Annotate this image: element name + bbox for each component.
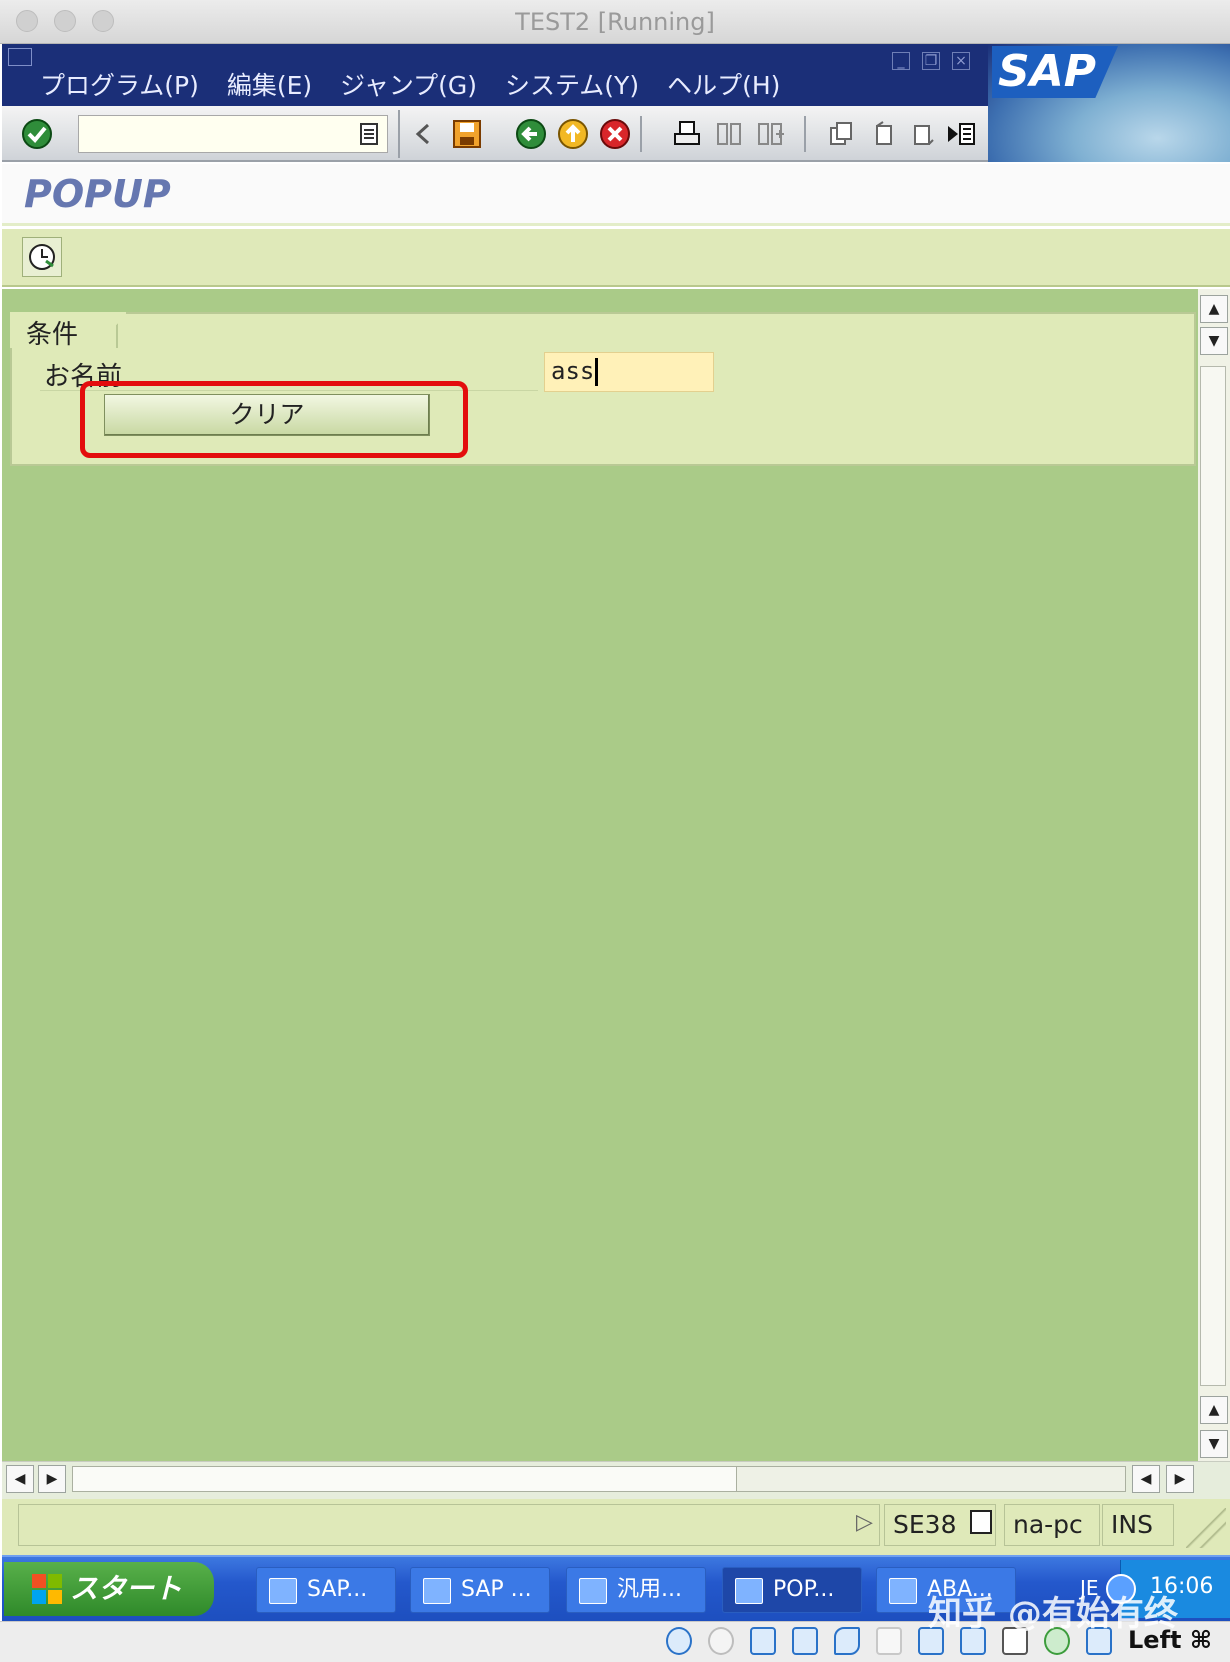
toolbar-separator [804,116,806,152]
menu-system[interactable]: システム(Y) [505,66,639,100]
network-icon[interactable] [792,1627,818,1655]
taskbar-item-label: SAP... [307,1577,368,1602]
system-menu-icon[interactable] [8,48,32,66]
shared-folders-icon[interactable] [876,1627,902,1655]
taskbar-item-label: POP... [773,1577,835,1602]
taskbar-item-label: SAP ... [461,1577,532,1602]
menu-goto[interactable]: ジャンプ(G) [340,66,477,100]
print-icon[interactable] [670,117,704,151]
first-page-icon[interactable] [824,117,858,151]
sap-app-icon [269,1578,297,1604]
sap-app-icon [579,1578,607,1604]
scroll-right-button[interactable]: ▶ [38,1465,66,1493]
window-title: TEST2 [Running] [515,8,715,36]
sap-minimize-icon[interactable]: _ [892,52,910,70]
taskbar-item-popup[interactable]: POP... [722,1567,862,1613]
last-page-icon[interactable] [944,117,978,151]
find-icon[interactable] [712,117,746,151]
watermark: 知乎 @有始有终 [928,1594,1178,1634]
frame-title: 条件 [26,320,79,350]
enter-icon[interactable] [20,117,54,151]
scroll-down-button[interactable]: ▼ [1200,327,1228,355]
status-message [18,1504,880,1546]
audio-icon[interactable] [750,1627,776,1655]
command-history-icon[interactable] [352,117,386,151]
taskbar-item-sap-2[interactable]: SAP ... [410,1567,550,1613]
back-nav-icon[interactable] [406,117,440,151]
sap-app-icon [735,1578,763,1604]
page-down-button[interactable]: ▼ [1200,1430,1228,1458]
menu-help[interactable]: ヘルプ(H) [667,66,780,100]
page-up-button[interactable]: ▲ [1200,1396,1228,1424]
clock-execute-icon[interactable] [22,237,62,277]
status-expand-icon[interactable]: ▷ [856,1510,873,1535]
taskbar-item-label: 汎用... [617,1577,682,1602]
cancel-icon[interactable] [598,117,632,151]
toolbar-separator [398,110,400,158]
windows-logo-icon [30,1572,64,1606]
status-system: na-pc [1004,1504,1100,1546]
usb-icon[interactable] [834,1627,860,1655]
sap-app-icon [423,1578,451,1604]
horizontal-scroll-thumb[interactable] [73,1467,737,1491]
optical-drive-icon[interactable] [708,1627,734,1655]
status-mode[interactable]: INS [1102,1504,1174,1546]
toolbar-separator [640,116,642,152]
page-right-button[interactable]: ▶ [1166,1465,1194,1493]
title-bar [2,164,1230,226]
scroll-left-button[interactable]: ◀ [6,1465,34,1493]
taskbar-item-sap-1[interactable]: SAP... [256,1567,396,1613]
previous-page-icon[interactable] [866,117,900,151]
menu-program[interactable]: プログラム(P) [40,66,199,100]
scroll-up-button[interactable]: ▲ [1200,295,1228,323]
menu-edit[interactable]: 編集(E) [227,66,312,100]
hard-disk-icon[interactable] [666,1627,692,1655]
page-title: POPUP [24,172,171,216]
sap-restore-icon[interactable]: ❐ [922,52,940,70]
exit-icon[interactable] [556,117,590,151]
resize-grip[interactable] [1186,1508,1226,1548]
back-icon[interactable] [514,117,548,151]
frame-tab-corner [96,312,126,348]
sap-app-icon [889,1578,917,1604]
menu-list: プログラム(P) 編集(E) ジャンプ(G) システム(Y) ヘルプ(H) [40,66,780,100]
vertical-scroll-thumb[interactable] [1200,366,1226,1386]
session-info-icon[interactable] [970,1510,992,1534]
find-next-icon[interactable] [754,117,788,151]
save-icon[interactable] [450,117,484,151]
name-input[interactable]: ass [544,352,714,392]
sap-close-icon[interactable]: × [952,52,970,70]
taskbar-item-function[interactable]: 汎用... [566,1567,706,1613]
application-toolbar [2,229,1230,287]
page-left-button[interactable]: ◀ [1132,1465,1160,1493]
command-field[interactable] [78,115,388,153]
next-page-icon[interactable] [906,117,940,151]
highlight-box [80,381,468,458]
